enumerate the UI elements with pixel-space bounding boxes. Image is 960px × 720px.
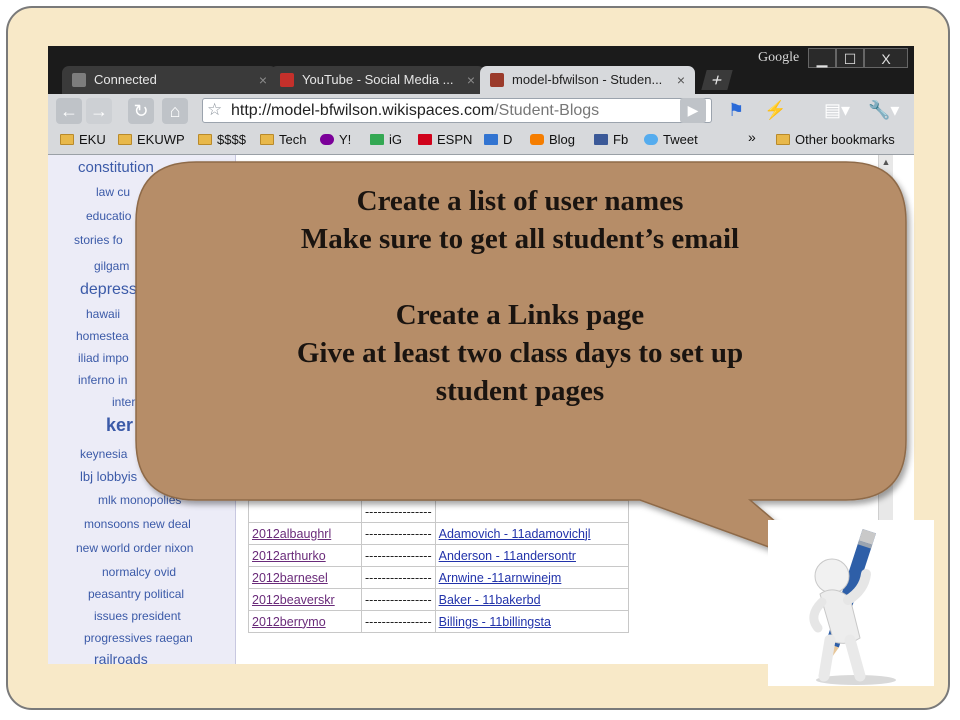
callout-line: Create a Links page [395,299,645,331]
callout-line: Create a list of user names [356,185,684,217]
person-with-pencil-illustration [809,529,896,685]
callout-line: Make sure to get all student’s email [300,223,740,255]
callout-line: Give at least two class days to set up [296,337,744,369]
callout-text: Create a list of user names Make sure to… [140,182,900,410]
callout-line: student pages [435,375,605,407]
figure-with-pencil-icon [768,520,934,686]
callout-line [140,258,900,296]
